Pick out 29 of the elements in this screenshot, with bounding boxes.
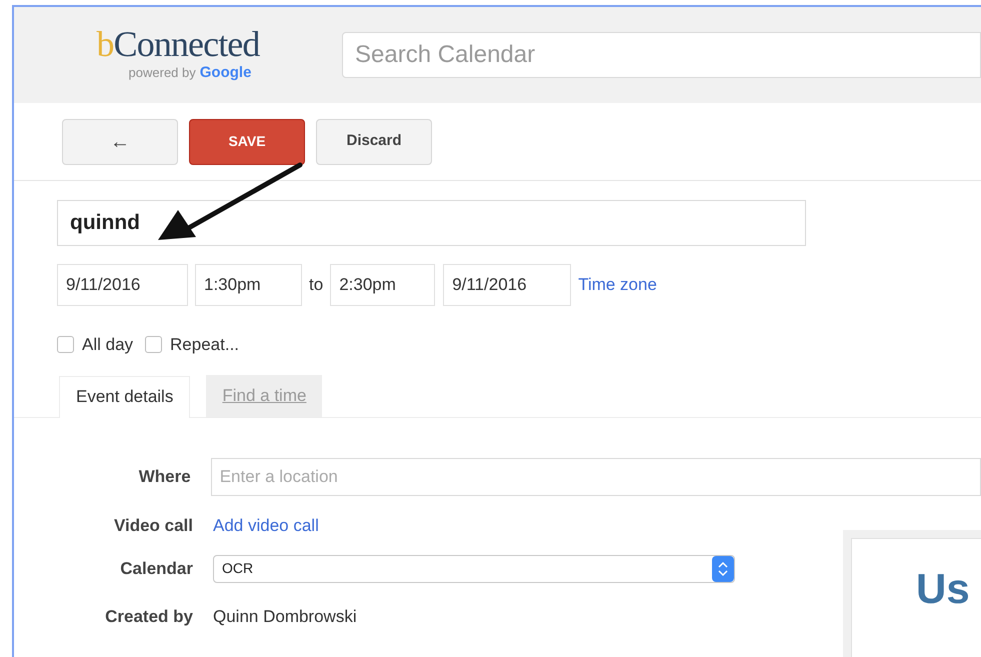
save-button[interactable]: SAVE (189, 118, 305, 164)
field-label: Created by (104, 606, 193, 628)
time-zone-link[interactable]: Time zone (578, 272, 657, 298)
search-field[interactable]: Search Calendar (342, 32, 981, 78)
card-heading: Us (916, 564, 970, 614)
brand-text: Google (200, 62, 252, 83)
event-title-field[interactable]: quinnd (57, 200, 806, 246)
start-date-field[interactable]: 9/11/2016 (57, 264, 188, 306)
powered-by-text: powered by (128, 64, 196, 82)
checkbox-label: All day (82, 334, 134, 356)
to-label: to (309, 274, 324, 296)
checkbox[interactable] (145, 336, 162, 354)
end-date-field[interactable]: 9/11/2016 (443, 264, 572, 306)
field-label: Calendar (119, 558, 193, 580)
creator-name: Quinn Dombrowski (213, 606, 357, 628)
add-video-call-link[interactable]: Add video call (213, 512, 319, 538)
start-time-field[interactable]: 1:30pm (195, 264, 302, 306)
location-field[interactable]: Enter a location (210, 458, 981, 496)
field-label: Video call (112, 514, 193, 537)
checkbox-label: Repeat... (170, 334, 240, 356)
calendar-select[interactable]: OCR (213, 554, 735, 582)
stepper-icon (712, 556, 734, 582)
checkbox[interactable] (57, 336, 74, 354)
logo-text: bConnected (96, 26, 260, 62)
tab[interactable]: Event details (59, 376, 190, 418)
discard-button[interactable]: Discard (316, 118, 432, 164)
back-button[interactable]: ← (62, 118, 178, 164)
field-label: Where (138, 466, 191, 488)
end-time-field[interactable]: 2:30pm (330, 264, 436, 306)
